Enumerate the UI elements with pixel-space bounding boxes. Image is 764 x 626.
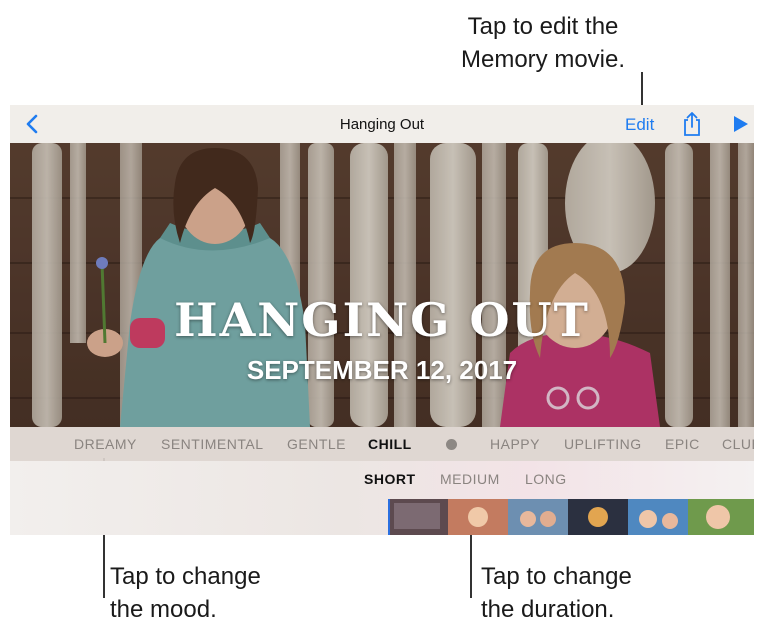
edit-button[interactable]: Edit (625, 115, 654, 135)
duration-callout-line1: Tap to change (481, 563, 632, 590)
mood-option-dreamy[interactable]: DREAMY (74, 436, 137, 452)
mood-callout-line2: the mood. (110, 596, 217, 623)
navigation-bar: Hanging Out Edit (10, 105, 754, 144)
mood-option-epic[interactable]: EPIC (665, 436, 700, 452)
memory-title: HANGING OUT (174, 293, 590, 347)
memory-cover-photo[interactable]: HANGING OUT SEPTEMBER 12, 2017 (10, 143, 754, 427)
duration-callout-line2: the duration. (481, 596, 615, 623)
duration-and-timeline: SHORT MEDIUM LONG (10, 461, 754, 535)
mood-option-club[interactable]: CLUB (722, 436, 754, 452)
mood-callout: Tap to change the mood. (110, 560, 261, 626)
mood-option-chill[interactable]: CHILL (368, 436, 412, 452)
mood-option-uplifting[interactable]: UPLIFTING (564, 436, 642, 452)
edit-callout: Tap to edit the Memory movie. (418, 10, 668, 76)
timeline-playhead[interactable] (388, 499, 390, 535)
edit-callout-line1: Tap to edit the (467, 13, 619, 40)
mood-callout-line1: Tap to change (110, 563, 261, 590)
mood-option-happy[interactable]: HAPPY (490, 436, 540, 452)
memory-screen: Hanging Out Edit HANGING OUT SEPTEMBER 1… (10, 105, 754, 535)
mood-selector: DREAMY SENTIMENTAL GENTLE CHILL HAPPY UP… (10, 427, 754, 461)
mood-separator-dot (446, 439, 457, 450)
duration-callout: Tap to change the duration. (481, 560, 632, 626)
play-icon[interactable] (730, 114, 750, 134)
memory-date: SEPTEMBER 12, 2017 (246, 355, 518, 385)
duration-option-short[interactable]: SHORT (364, 471, 416, 487)
timeline-filmstrip[interactable] (388, 499, 754, 535)
duration-option-medium[interactable]: MEDIUM (440, 471, 500, 487)
duration-option-long[interactable]: LONG (525, 471, 567, 487)
mood-option-sentimental[interactable]: SENTIMENTAL (161, 436, 263, 452)
share-icon[interactable] (680, 111, 704, 137)
mood-option-gentle[interactable]: GENTLE (287, 436, 346, 452)
edit-callout-line2: Memory movie. (460, 46, 626, 73)
